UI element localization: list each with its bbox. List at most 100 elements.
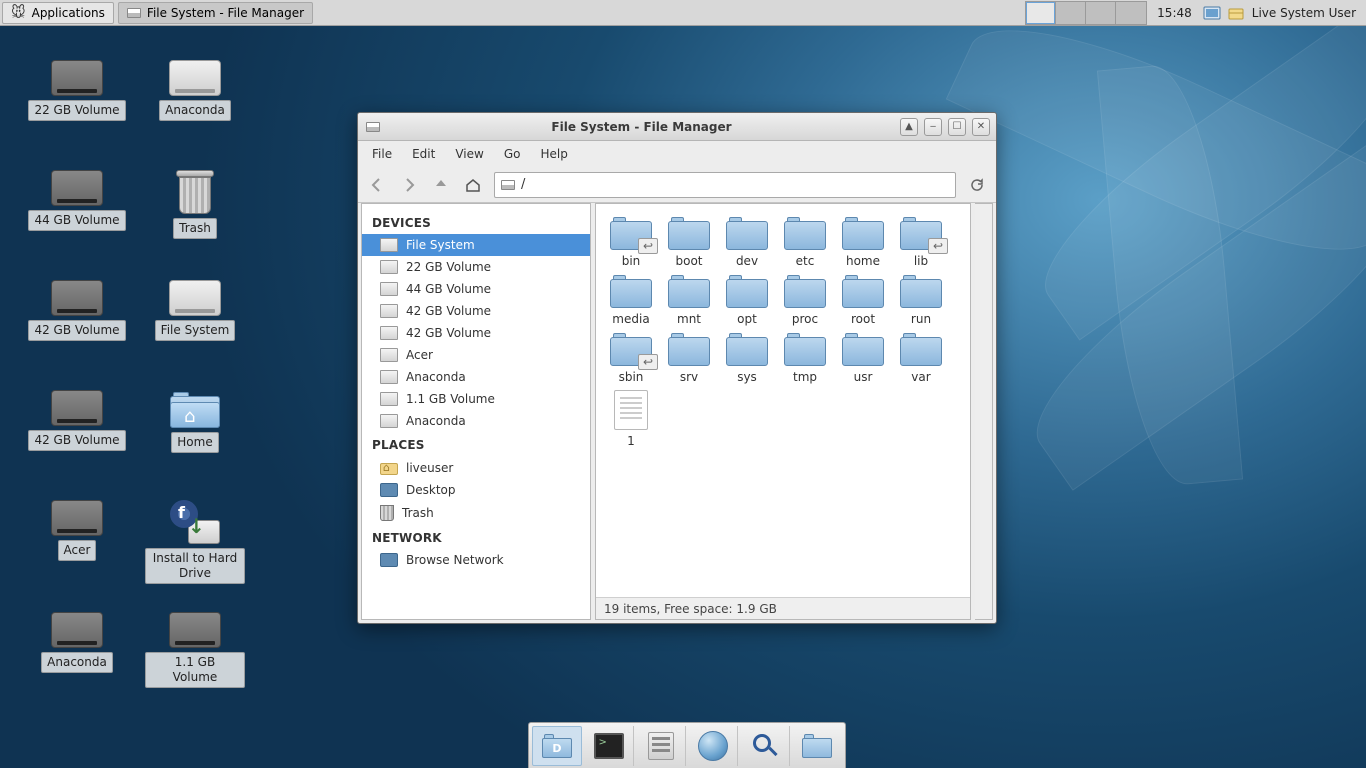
nav-forward-button[interactable] — [398, 174, 420, 196]
menu-help[interactable]: Help — [532, 144, 575, 164]
folder-usr[interactable]: usr — [834, 332, 892, 384]
dock-item-folder[interactable] — [792, 726, 842, 766]
scrollbar[interactable] — [975, 203, 993, 620]
folder-mnt[interactable]: mnt — [660, 274, 718, 326]
sidebar-item-acer[interactable]: Acer — [362, 344, 590, 366]
dock-item-search[interactable] — [740, 726, 790, 766]
folder-proc[interactable]: proc — [776, 274, 834, 326]
sidebar-item-anaconda[interactable]: Anaconda — [362, 410, 590, 432]
network-tray-icon[interactable] — [1203, 4, 1221, 22]
folder-etc[interactable]: etc — [776, 216, 834, 268]
desktop-icon-label: 42 GB Volume — [28, 320, 125, 341]
folder-run[interactable]: run — [892, 274, 950, 326]
dock-item-file-manager[interactable] — [636, 726, 686, 766]
window-minimize-button[interactable]: ‒ — [924, 118, 942, 136]
desktop-icon-label: Trash — [173, 218, 217, 239]
desktop: 🐭 Applications File System - File Manage… — [0, 0, 1366, 768]
dock-item-documents[interactable]: D — [532, 726, 582, 766]
folder-icon: ↩ — [610, 332, 652, 366]
folder-label: run — [911, 312, 931, 326]
desktop-icon-42-gb-volume[interactable]: 42 GB Volume — [22, 280, 132, 341]
folder-dev[interactable]: dev — [718, 216, 776, 268]
folder-icon — [842, 332, 884, 366]
folder-var[interactable]: var — [892, 332, 950, 384]
sidebar-item-42-gb-volume[interactable]: 42 GB Volume — [362, 300, 590, 322]
icon-view[interactable]: ↩binbootdevetchome↩libmediamntoptprocroo… — [596, 204, 970, 597]
folder-icon — [784, 332, 826, 366]
desktop-icon-22-gb-volume[interactable]: 22 GB Volume — [22, 60, 132, 121]
folder-label: lib — [914, 254, 928, 268]
folder-sys[interactable]: sys — [718, 332, 776, 384]
sidebar-item-icon — [380, 326, 398, 340]
menu-view[interactable]: View — [447, 144, 491, 164]
sidebar-item-browse-network[interactable]: Browse Network — [362, 549, 590, 571]
desktop-icon-file-system[interactable]: File System — [140, 280, 250, 341]
applications-menu[interactable]: 🐭 Applications — [2, 2, 114, 24]
folder-opt[interactable]: opt — [718, 274, 776, 326]
desktop-icon-42-gb-volume[interactable]: 42 GB Volume — [22, 390, 132, 451]
desktop-icon-acer[interactable]: Acer — [22, 500, 132, 561]
menu-file[interactable]: File — [364, 144, 400, 164]
folder-bin[interactable]: ↩bin — [602, 216, 660, 268]
window-drive-icon — [366, 122, 380, 132]
window-title: File System - File Manager — [386, 120, 897, 134]
address-drive-icon — [501, 180, 515, 190]
window-titlebar[interactable]: File System - File Manager ▲ ‒ ☐ ✕ — [358, 113, 996, 141]
folder-tmp[interactable]: tmp — [776, 332, 834, 384]
menu-go[interactable]: Go — [496, 144, 529, 164]
user-menu[interactable]: Live System User — [1248, 6, 1366, 20]
updates-tray-icon[interactable] — [1227, 4, 1245, 22]
sidebar-item-22-gb-volume[interactable]: 22 GB Volume — [362, 256, 590, 278]
desktop-icon-trash[interactable]: Trash — [140, 170, 250, 239]
dock-item-terminal[interactable] — [584, 726, 634, 766]
window-close-button[interactable]: ✕ — [972, 118, 990, 136]
desktop-icon-label: 22 GB Volume — [28, 100, 125, 121]
sidebar-item-desktop[interactable]: Desktop — [362, 479, 590, 501]
sidebar-item-44-gb-volume[interactable]: 44 GB Volume — [362, 278, 590, 300]
sidebar-item-icon — [380, 483, 398, 497]
sidebar-item-liveuser[interactable]: liveuser — [362, 456, 590, 479]
folder-label: srv — [680, 370, 698, 384]
desktop-icon-anaconda[interactable]: Anaconda — [22, 612, 132, 673]
desktop-icon-anaconda[interactable]: Anaconda — [140, 60, 250, 121]
folder-root[interactable]: root — [834, 274, 892, 326]
address-bar — [494, 172, 956, 198]
folder-label: var — [911, 370, 930, 384]
window-maximize-button[interactable]: ☐ — [948, 118, 966, 136]
desktop-icon-install-to-hard-drive[interactable]: f↓Install to Hard Drive — [140, 500, 250, 584]
nav-up-button[interactable] — [430, 174, 452, 196]
drive-icon — [169, 60, 221, 96]
folder-sbin[interactable]: ↩sbin — [602, 332, 660, 384]
folder-home[interactable]: home — [834, 216, 892, 268]
sidebar-item-file-system[interactable]: File System — [362, 234, 590, 256]
workspace-switcher[interactable] — [1025, 1, 1147, 25]
file-1[interactable]: 1 — [602, 390, 660, 448]
taskbar-item-file-manager[interactable]: File System - File Manager — [118, 2, 313, 24]
address-input[interactable] — [521, 177, 955, 192]
workspace-3[interactable] — [1086, 2, 1116, 24]
sidebar-item-1-1-gb-volume[interactable]: 1.1 GB Volume — [362, 388, 590, 410]
window-up-button[interactable]: ▲ — [900, 118, 918, 136]
desktop-icon-44-gb-volume[interactable]: 44 GB Volume — [22, 170, 132, 231]
workspace-1[interactable] — [1026, 2, 1056, 24]
folder-icon — [668, 332, 710, 366]
sidebar-item-anaconda[interactable]: Anaconda — [362, 366, 590, 388]
desktop-icon-home[interactable]: ⌂Home — [140, 390, 250, 453]
folder-label: bin — [622, 254, 641, 268]
nav-back-button[interactable] — [366, 174, 388, 196]
sidebar-item-trash[interactable]: Trash — [362, 501, 590, 525]
folder-media[interactable]: media — [602, 274, 660, 326]
folder-srv[interactable]: srv — [660, 332, 718, 384]
folder-boot[interactable]: boot — [660, 216, 718, 268]
nav-home-button[interactable] — [462, 174, 484, 196]
bottom-dock: D — [528, 722, 846, 768]
workspace-2[interactable] — [1056, 2, 1086, 24]
sidebar-item-42-gb-volume[interactable]: 42 GB Volume — [362, 322, 590, 344]
dock-item-web-browser[interactable] — [688, 726, 738, 766]
workspace-4[interactable] — [1116, 2, 1146, 24]
refresh-button[interactable] — [966, 177, 988, 193]
clock[interactable]: 15:48 — [1149, 6, 1200, 20]
menu-edit[interactable]: Edit — [404, 144, 443, 164]
folder-lib[interactable]: ↩lib — [892, 216, 950, 268]
desktop-icon-1-1-gb-volume[interactable]: 1.1 GB Volume — [140, 612, 250, 688]
